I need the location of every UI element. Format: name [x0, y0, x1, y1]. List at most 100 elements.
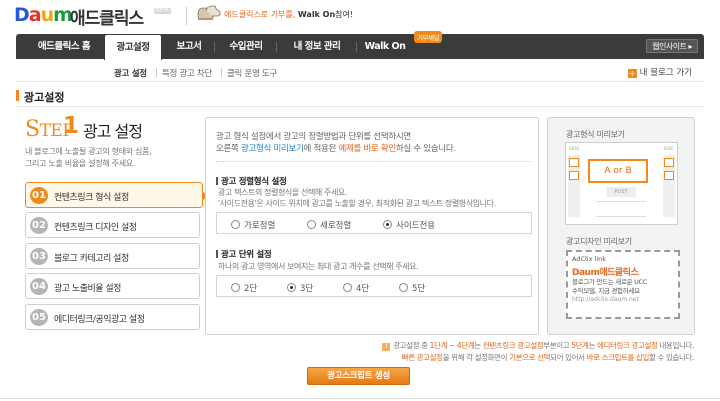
step-description-line: 내 블로그에 노출될 광고의 형태와 심품, — [25, 147, 152, 156]
logo-letter: a — [28, 4, 42, 26]
my-blog-link[interactable]: + 내 블로그 가기 — [627, 66, 692, 78]
nav-walkon[interactable]: Walk On — [360, 34, 410, 59]
notice-text: 는 — [474, 341, 483, 350]
menu-label: 블로그 카테고리 설정 — [54, 254, 129, 264]
nav-separator — [276, 42, 277, 52]
step-number-badge: 05 — [30, 309, 48, 326]
radio-side-only[interactable]: 사이드전용 — [383, 219, 435, 231]
radio-icon — [399, 283, 408, 292]
radio-4-columns[interactable]: 4단 — [343, 282, 369, 294]
title-accent-bar — [16, 90, 19, 101]
radio-label: 사이드전용 — [396, 221, 436, 231]
logo-letter: u — [40, 4, 54, 26]
daum-logo[interactable]: Daum — [14, 4, 73, 26]
side-tag: SIDE — [569, 147, 580, 152]
radio-icon — [383, 220, 392, 229]
radio-vertical[interactable]: 세로정렬 — [307, 219, 351, 231]
radio-label: 4단 — [356, 284, 370, 294]
side-tag: SIDE — [663, 147, 675, 152]
nav-separator — [214, 42, 215, 52]
nav-my-info[interactable]: 내 정보 관리 — [280, 34, 354, 59]
walkon-donation-badge: 기부채널 — [414, 31, 442, 43]
nav-separator — [356, 42, 357, 52]
radio-icon — [231, 283, 240, 292]
adclix-header: AdClix link — [572, 255, 607, 263]
intro-text: 오른쪽 — [216, 144, 241, 154]
step-title: 광고 설정 — [83, 122, 143, 141]
notice-line: ! 광고설정 중 1단계 ~ 4단계는 컨텐츠링크 광고설정부분이고 5단계는 에… — [382, 340, 694, 352]
subnav-ad-settings[interactable]: 광고 설정 — [114, 67, 147, 79]
sidebar-left — [568, 155, 580, 217]
web-insight-button[interactable]: 웹인사이트 ▸ — [646, 39, 698, 53]
sidebar-right — [663, 155, 675, 217]
notice-text: 을 위해 각 설정화면이 — [442, 353, 510, 362]
subnav-click-tools[interactable]: 클릭 운영 도구 — [227, 67, 277, 79]
adclix-link-preview: AdClix link Daum애드클릭스 블로그가 만드는 새로운 UCC 수… — [566, 250, 680, 319]
menu-label: 광고 노출비율 설정 — [54, 284, 121, 294]
ad-unit-description: 하나의 광고 영역에서 보여지는 최대 광고 개수를 선택해 주세요. — [218, 262, 419, 271]
format-preview-title: 광고형식 미리보기 — [566, 130, 625, 139]
subnav-block-ads[interactable]: 특정 광고 차단 — [162, 67, 212, 79]
ad-placeholder: A or B — [588, 159, 648, 183]
step-description: 내 블로그에 노출될 광고의 형태와 심품, 그리고 노출 비율을 설정해 주세… — [25, 146, 200, 170]
radio-icon — [287, 283, 296, 292]
walkon-banner-brand: Walk On — [297, 10, 336, 19]
adclix-line: 수익모델, 지금 경험하세요 — [572, 287, 640, 295]
nav-income[interactable]: 수입관리 — [218, 34, 274, 59]
radio-label: 3단 — [300, 284, 314, 294]
mini-ad — [569, 158, 579, 167]
sub-nav: 광고 설정 특정 광고 차단 클릭 운영 도구 + 내 블로그 가기 — [16, 60, 704, 82]
walkon-banner[interactable]: 애드클릭스로 기부를, Walk On참여! — [224, 9, 353, 20]
beta-badge: BETA — [154, 8, 171, 14]
app-name[interactable]: 애드클릭스 — [70, 4, 144, 29]
radio-horizontal[interactable]: 가로정렬 — [231, 219, 275, 231]
notice-text: 부분이고 — [543, 341, 572, 350]
ad-unit-options: 2단 3단 4단 5단 — [216, 275, 532, 297]
notice-text: 는 — [588, 341, 598, 350]
adclix-brand: Daum애드클릭스 — [572, 268, 639, 278]
mini-ad — [664, 171, 674, 180]
adclix-url: http://adclix.daum.net — [572, 296, 639, 303]
radio-icon — [307, 220, 316, 229]
intro-line: 오른쪽 광고형식 미리보기에 적용된 예제를 바로 확인하실 수 있습니다. — [216, 143, 532, 155]
menu-content-link-format[interactable]: 01 컨텐츠링크 형식 설정 — [25, 182, 208, 208]
intro-highlight: 광고형식 미리보기 — [240, 144, 304, 154]
my-blog-label: 내 블로그 가기 — [639, 68, 692, 78]
notice-text: 내용입니다. — [657, 341, 695, 350]
menu-blog-category[interactable]: 03 블로그 카테고리 설정 — [25, 243, 200, 269]
notice-text: 되어 있어서 — [550, 353, 587, 362]
menu-label: 컨텐츠링크 형식 설정 — [54, 193, 129, 203]
notice-highlight: 1단계 ~ 4단계 — [429, 341, 475, 350]
step-number-badge: 03 — [30, 248, 48, 265]
nav-reports[interactable]: 보고서 — [166, 34, 212, 59]
main-nav: 애드클릭스 홈 광고설정 보고서 수입관리 내 정보 관리 Walk On 기부… — [16, 31, 704, 60]
walkon-banner-text: 애드클릭스로 기부를, — [224, 10, 298, 19]
warning-icon: ! — [382, 343, 391, 351]
post-lines — [596, 201, 646, 217]
adclix-line: 블로그가 만드는 새로운 UCC — [572, 278, 648, 286]
step-number: 1 — [63, 113, 80, 139]
step-number-badge: 01 — [30, 187, 48, 204]
step-number-badge: 02 — [30, 217, 48, 234]
notice-highlight: 빠른 광고설정 — [401, 353, 443, 362]
menu-ad-exposure-ratio[interactable]: 04 광고 노출비율 설정 — [25, 273, 200, 299]
description-line: '사이드전용'은 사이드 위치에 광고를 노출할 경우, 최적화된 광고 텍스트… — [218, 199, 496, 208]
plus-icon: + — [627, 69, 637, 78]
menu-label: 컨텐츠링크 디자인 설정 — [54, 223, 137, 233]
radio-3-columns[interactable]: 3단 — [287, 282, 313, 294]
generate-script-button[interactable]: 광고스크립트 생성 — [307, 367, 410, 385]
shoes-icon — [197, 5, 221, 20]
nav-ad-settings[interactable]: 광고설정 — [104, 34, 162, 60]
settings-intro: 광고 형식 설정에서 광고의 정렬방법과 단위를 선택하시면 오른쪽 광고형식 … — [216, 131, 532, 155]
menu-content-link-design[interactable]: 02 컨텐츠링크 디자인 설정 — [25, 212, 200, 238]
notice-text: 광고설정 중 — [393, 341, 430, 350]
sort-format-description: 광고 텍스트의 정렬형식을 선택해 주세요. '사이드전용'은 사이드 위치에 … — [218, 187, 532, 209]
radio-5-columns[interactable]: 5단 — [399, 282, 425, 294]
radio-label: 2단 — [244, 284, 258, 294]
radio-2-columns[interactable]: 2단 — [231, 282, 257, 294]
notice-highlight: 바로 스크립트를 삽입 — [586, 353, 650, 362]
logo-letter: D — [14, 4, 30, 26]
notice-highlight: 기본으로 선택 — [509, 353, 551, 362]
menu-editor-link-public-ads[interactable]: 05 에디터링크/공익광고 설정 — [25, 304, 200, 330]
nav-home[interactable]: 애드클릭스 홈 — [26, 34, 102, 59]
